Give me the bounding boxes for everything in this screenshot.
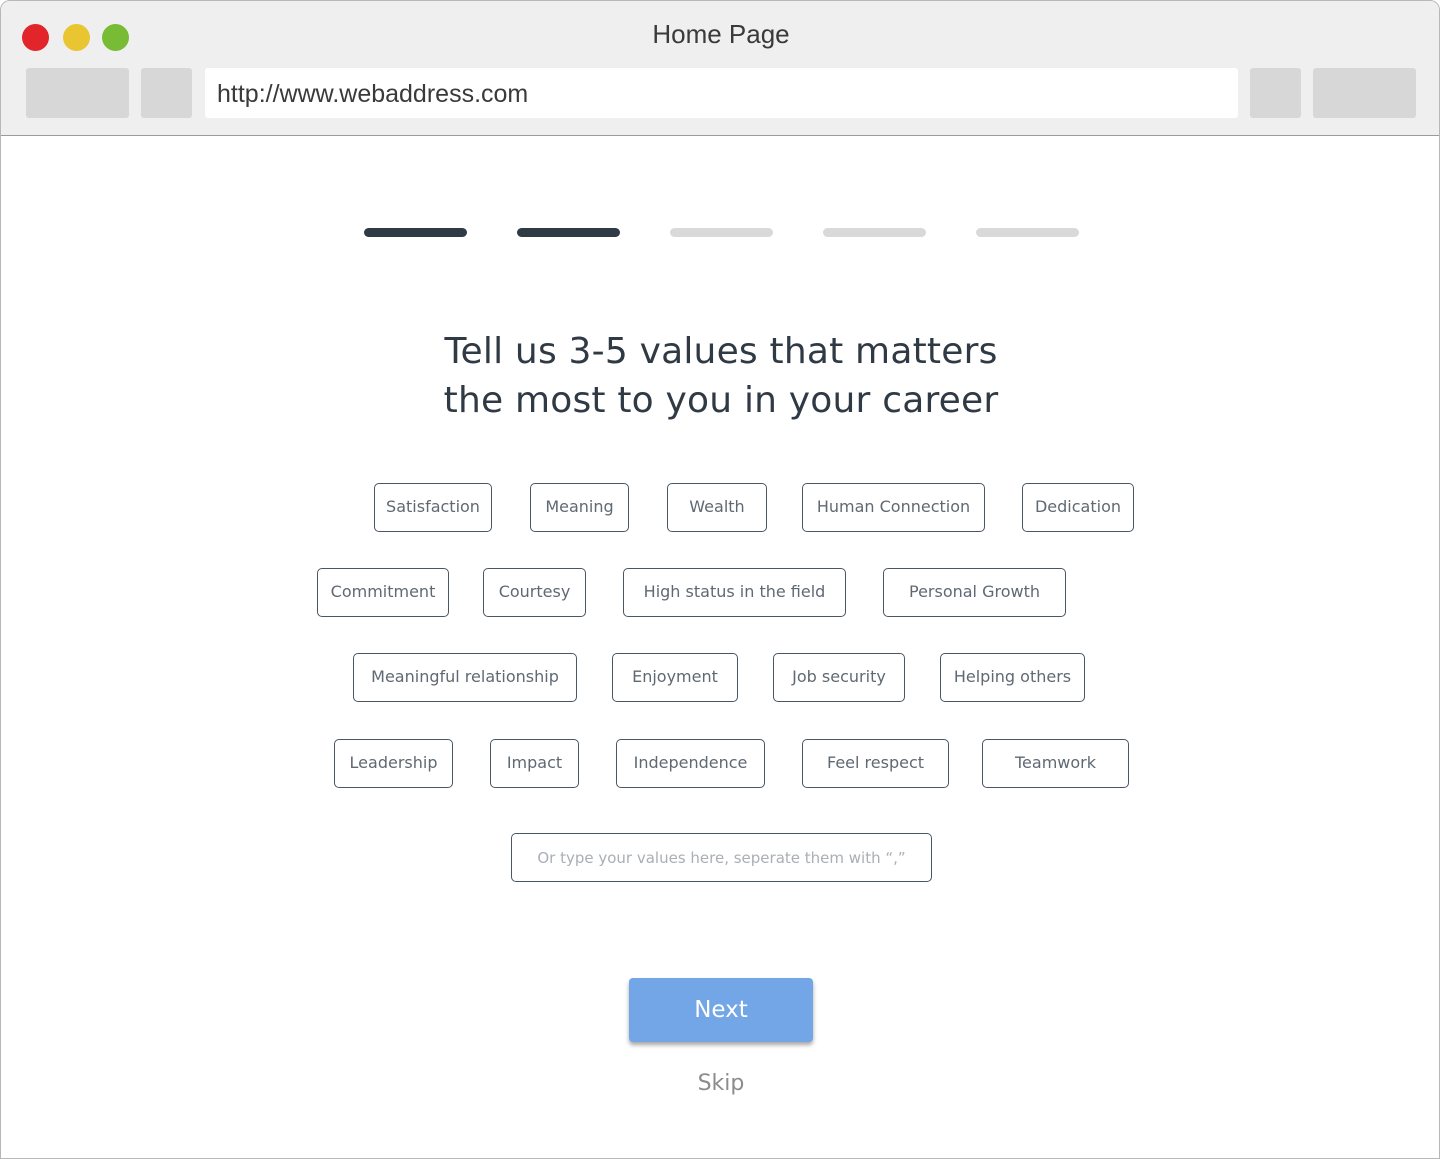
back-button[interactable] bbox=[26, 68, 129, 118]
step-indicator bbox=[364, 228, 467, 237]
heading-line-2: the most to you in your career bbox=[443, 380, 999, 421]
value-chip[interactable]: Enjoyment bbox=[612, 653, 738, 702]
value-chip[interactable]: Personal Growth bbox=[883, 568, 1066, 617]
value-chip[interactable]: Dedication bbox=[1022, 483, 1134, 532]
browser-window: Home Page http://www.webaddress.com Tell… bbox=[0, 0, 1440, 1159]
value-chip[interactable]: Job security bbox=[773, 653, 905, 702]
heading-line-1: Tell us 3-5 values that matters bbox=[444, 331, 998, 372]
value-chip[interactable]: Impact bbox=[490, 739, 579, 788]
step-indicator bbox=[670, 228, 773, 237]
value-chip[interactable]: Commitment bbox=[317, 568, 449, 617]
next-button[interactable]: Next bbox=[629, 978, 813, 1042]
value-chip[interactable]: Leadership bbox=[334, 739, 453, 788]
value-chip[interactable]: Human Connection bbox=[802, 483, 985, 532]
window-title: Home Page bbox=[652, 19, 790, 49]
value-chip[interactable]: Meaningful relationship bbox=[353, 653, 577, 702]
value-chip[interactable]: Courtesy bbox=[483, 568, 586, 617]
value-chip[interactable]: Satisfaction bbox=[374, 483, 492, 532]
value-chip[interactable]: Independence bbox=[616, 739, 765, 788]
value-chip[interactable]: Teamwork bbox=[982, 739, 1129, 788]
step-indicator bbox=[823, 228, 926, 237]
progress-stepper bbox=[1, 228, 1439, 238]
custom-values-input[interactable] bbox=[511, 833, 932, 882]
forward-button[interactable] bbox=[141, 68, 192, 118]
address-bar[interactable]: http://www.webaddress.com bbox=[205, 68, 1238, 118]
value-chip[interactable]: Wealth bbox=[667, 483, 767, 532]
toolbar-button[interactable] bbox=[1250, 68, 1301, 118]
skip-link[interactable]: Skip bbox=[1, 1071, 1439, 1096]
value-chip[interactable]: High status in the field bbox=[623, 568, 846, 617]
value-chip[interactable]: Feel respect bbox=[802, 739, 949, 788]
toolbar-menu-button[interactable] bbox=[1313, 68, 1416, 118]
page-heading: Tell us 3-5 values that matters the most… bbox=[1, 327, 1439, 425]
step-indicator bbox=[517, 228, 620, 237]
title-bar: Home Page http://www.webaddress.com bbox=[1, 1, 1439, 136]
value-chip[interactable]: Helping others bbox=[940, 653, 1085, 702]
step-indicator bbox=[976, 228, 1079, 237]
value-chip[interactable]: Meaning bbox=[530, 483, 629, 532]
